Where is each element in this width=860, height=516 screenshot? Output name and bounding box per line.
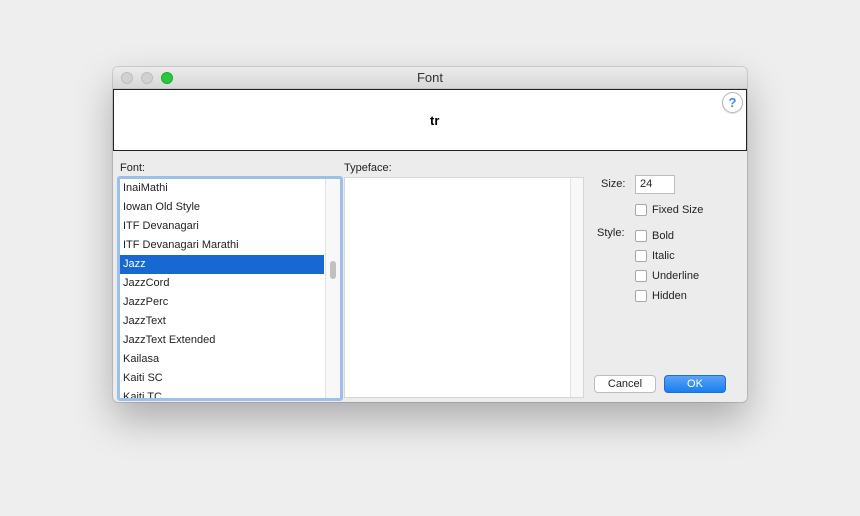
- hidden-label: Hidden: [652, 289, 687, 302]
- underline-checkbox-box[interactable]: [635, 269, 647, 282]
- underline-label: Underline: [652, 269, 700, 282]
- font-list-item[interactable]: JazzText: [120, 312, 324, 331]
- size-input[interactable]: 24: [635, 175, 675, 194]
- help-button[interactable]: ?: [722, 92, 743, 113]
- font-list-scrollbar[interactable]: [325, 179, 340, 398]
- hidden-checkbox[interactable]: Hidden: [635, 287, 687, 302]
- font-list-item[interactable]: Kaiti SC: [120, 369, 324, 388]
- font-label: Font:: [120, 162, 146, 174]
- italic-label: Italic: [652, 249, 675, 262]
- fixed-size-label: Fixed Size: [652, 203, 704, 216]
- titlebar: Font: [113, 67, 747, 89]
- fixed-size-checkbox-box[interactable]: [635, 203, 647, 216]
- typeface-label: Typeface:: [344, 162, 392, 174]
- preview-sample-text: tr: [430, 113, 440, 128]
- font-list-item[interactable]: JazzPerc: [120, 293, 324, 312]
- style-label: Style:: [597, 227, 625, 239]
- font-list-item[interactable]: Jazz: [120, 255, 324, 274]
- font-list-item[interactable]: Kailasa: [120, 350, 324, 369]
- size-label: Size:: [601, 178, 626, 190]
- underline-checkbox[interactable]: Underline: [635, 267, 700, 282]
- typeface-list-scrollbar[interactable]: [570, 178, 583, 397]
- hidden-checkbox-box[interactable]: [635, 289, 647, 302]
- fixed-size-checkbox[interactable]: Fixed Size: [635, 201, 704, 216]
- typeface-list[interactable]: [344, 177, 584, 398]
- font-list-item[interactable]: ITF Devanagari: [120, 217, 324, 236]
- font-list-item[interactable]: Iowan Old Style: [120, 198, 324, 217]
- font-dialog-window: Font tr ? Font: Typeface: InaiMathi Iowan…: [113, 67, 747, 402]
- font-list-items: InaiMathi Iowan Old Style ITF Devanagari IT…: [120, 179, 324, 398]
- italic-checkbox[interactable]: Italic: [635, 247, 675, 262]
- font-list-item[interactable]: InaiMathi: [120, 179, 324, 198]
- window-title: Font: [416, 70, 443, 85]
- cancel-button[interactable]: Cancel: [594, 375, 656, 393]
- bold-checkbox-box[interactable]: [635, 229, 647, 242]
- font-list-item[interactable]: JazzText Extended: [120, 331, 324, 350]
- bold-checkbox[interactable]: Bold: [635, 227, 675, 242]
- font-list[interactable]: InaiMathi Iowan Old Style ITF Devanagari IT…: [117, 176, 343, 401]
- font-list-scroll-thumb[interactable]: [330, 261, 336, 279]
- font-list-item[interactable]: Kaiti TC: [120, 388, 324, 398]
- bold-label: Bold: [652, 229, 675, 242]
- italic-checkbox-box[interactable]: [635, 249, 647, 262]
- font-list-item[interactable]: JazzCord: [120, 274, 324, 293]
- font-list-item[interactable]: ITF Devanagari Marathi: [120, 236, 324, 255]
- font-preview-area: tr ?: [113, 89, 747, 151]
- ok-button[interactable]: OK: [664, 375, 726, 393]
